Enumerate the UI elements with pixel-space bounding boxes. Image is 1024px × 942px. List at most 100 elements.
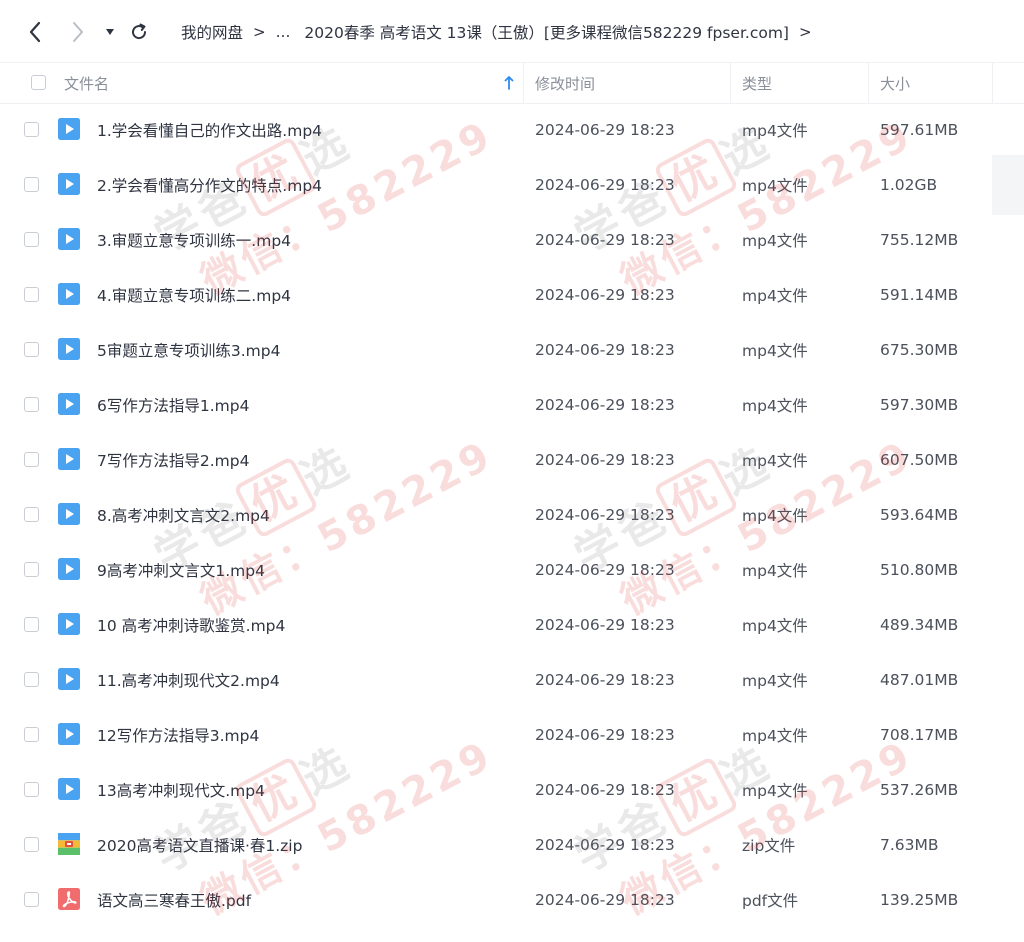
row-checkbox[interactable] <box>24 177 39 192</box>
file-name[interactable]: 13高考冲刺现代文.mp4 <box>97 762 265 817</box>
column-header-size[interactable]: 大小 <box>880 63 910 103</box>
column-header-type[interactable]: 类型 <box>742 63 772 103</box>
row-checkbox[interactable] <box>24 727 39 742</box>
file-modified: 2024-06-29 18:23 <box>535 560 675 579</box>
video-icon <box>58 448 80 470</box>
file-name[interactable]: 6写作方法指导1.mp4 <box>97 377 249 432</box>
caret-down-icon <box>106 29 114 35</box>
file-name[interactable]: 语文高三寒春王傲.pdf <box>97 872 251 927</box>
chevron-right-icon <box>73 22 83 42</box>
column-divider[interactable] <box>523 63 524 103</box>
file-row[interactable]: 3.审题立意专项训练一.mp4 2024-06-29 18:23 mp4文件 7… <box>0 212 1024 267</box>
file-modified: 2024-06-29 18:23 <box>535 285 675 304</box>
row-checkbox[interactable] <box>24 122 39 137</box>
row-checkbox[interactable] <box>24 672 39 687</box>
chevron-left-icon <box>29 21 41 43</box>
select-all-checkbox[interactable] <box>31 75 46 90</box>
file-modified: 2024-06-29 18:23 <box>535 340 675 359</box>
column-header-modified[interactable]: 修改时间 <box>535 63 595 103</box>
file-type: pdf文件 <box>742 891 799 910</box>
file-name[interactable]: 4.审题立意专项训练二.mp4 <box>97 267 291 322</box>
file-name[interactable]: 8.高考冲刺文言文2.mp4 <box>97 487 270 542</box>
breadcrumb-more-icon[interactable]: > <box>799 23 812 41</box>
video-icon <box>58 668 80 690</box>
file-size: 510.80MB <box>880 560 959 579</box>
row-checkbox[interactable] <box>24 287 39 302</box>
file-modified: 2024-06-29 18:23 <box>535 450 675 469</box>
file-row[interactable]: 5审题立意专项训练3.mp4 2024-06-29 18:23 mp4文件 67… <box>0 322 1024 377</box>
file-size: 597.61MB <box>880 120 959 139</box>
file-row[interactable]: 语文高三寒春王傲.pdf 2024-06-29 18:23 pdf文件 139.… <box>0 872 1024 927</box>
breadcrumb: 我的网盘 > ... 2020春季 高考语文 13课（王傲）[更多课程微信582… <box>181 19 822 45</box>
file-modified: 2024-06-29 18:23 <box>535 175 675 194</box>
file-name[interactable]: 11.高考冲刺现代文2.mp4 <box>97 652 280 707</box>
file-modified: 2024-06-29 18:23 <box>535 395 675 414</box>
file-name[interactable]: 1.学会看懂自己的作文出路.mp4 <box>97 102 322 157</box>
row-checkbox[interactable] <box>24 892 39 907</box>
breadcrumb-ellipsis[interactable]: ... <box>276 23 291 41</box>
file-name[interactable]: 10 高考冲刺诗歌鉴赏.mp4 <box>97 597 285 652</box>
column-divider[interactable] <box>868 63 869 103</box>
breadcrumb-root[interactable]: 我的网盘 <box>181 21 243 43</box>
row-checkbox[interactable] <box>24 782 39 797</box>
row-checkbox[interactable] <box>24 837 39 852</box>
row-checkbox[interactable] <box>24 562 39 577</box>
forward-button[interactable] <box>64 17 92 47</box>
file-modified: 2024-06-29 18:23 <box>535 670 675 689</box>
file-row[interactable]: 10 高考冲刺诗歌鉴赏.mp4 2024-06-29 18:23 mp4文件 4… <box>0 597 1024 652</box>
video-icon <box>58 723 80 745</box>
column-modified-label: 修改时间 <box>535 74 596 93</box>
file-size: 139.25MB <box>880 890 959 909</box>
video-icon <box>58 393 80 415</box>
file-size: 1.02GB <box>880 175 938 194</box>
file-type: mp4文件 <box>742 121 808 140</box>
file-row[interactable]: 13高考冲刺现代文.mp4 2024-06-29 18:23 mp4文件 537… <box>0 762 1024 817</box>
file-size: 607.50MB <box>880 450 959 469</box>
video-icon <box>58 613 80 635</box>
column-divider[interactable] <box>992 63 993 103</box>
file-row[interactable]: 12写作方法指导3.mp4 2024-06-29 18:23 mp4文件 708… <box>0 707 1024 762</box>
history-dropdown-button[interactable] <box>96 17 124 47</box>
file-row[interactable]: 6写作方法指导1.mp4 2024-06-29 18:23 mp4文件 597.… <box>0 377 1024 432</box>
file-row[interactable]: 2020高考语文直播课·春1.zip 2024-06-29 18:23 zip文… <box>0 817 1024 872</box>
video-icon <box>58 558 80 580</box>
file-name[interactable]: 12写作方法指导3.mp4 <box>97 707 259 762</box>
column-divider[interactable] <box>730 63 731 103</box>
row-checkbox[interactable] <box>24 452 39 467</box>
video-icon <box>58 173 80 195</box>
file-name[interactable]: 9高考冲刺文言文1.mp4 <box>97 542 265 597</box>
row-checkbox[interactable] <box>24 617 39 632</box>
row-checkbox[interactable] <box>24 397 39 412</box>
file-name[interactable]: 5审题立意专项训练3.mp4 <box>97 322 280 377</box>
file-row[interactable]: 1.学会看懂自己的作文出路.mp4 2024-06-29 18:23 mp4文件… <box>0 102 1024 157</box>
refresh-icon <box>132 23 147 40</box>
file-modified: 2024-06-29 18:23 <box>535 230 675 249</box>
row-checkbox[interactable] <box>24 507 39 522</box>
file-row[interactable]: 7写作方法指导2.mp4 2024-06-29 18:23 mp4文件 607.… <box>0 432 1024 487</box>
file-size: 597.30MB <box>880 395 959 414</box>
back-button[interactable] <box>21 17 49 47</box>
column-header-name[interactable]: 文件名 <box>64 63 520 103</box>
file-row[interactable]: 2.学会看懂高分作文的特点.mp4 2024-06-29 18:23 mp4文件… <box>0 157 1024 212</box>
file-name[interactable]: 2.学会看懂高分作文的特点.mp4 <box>97 157 322 212</box>
file-name[interactable]: 3.审题立意专项训练一.mp4 <box>97 212 291 267</box>
file-modified: 2024-06-29 18:23 <box>535 615 675 634</box>
row-checkbox[interactable] <box>24 232 39 247</box>
breadcrumb-current[interactable]: 2020春季 高考语文 13课（王傲）[更多课程微信582229 fpser.c… <box>304 21 789 43</box>
file-size: 489.34MB <box>880 615 959 634</box>
file-name[interactable]: 7写作方法指导2.mp4 <box>97 432 249 487</box>
file-row[interactable]: 8.高考冲刺文言文2.mp4 2024-06-29 18:23 mp4文件 59… <box>0 487 1024 542</box>
video-icon <box>58 118 80 140</box>
file-row[interactable]: 11.高考冲刺现代文2.mp4 2024-06-29 18:23 mp4文件 4… <box>0 652 1024 707</box>
file-row[interactable]: 9高考冲刺文言文1.mp4 2024-06-29 18:23 mp4文件 510… <box>0 542 1024 597</box>
file-size: 675.30MB <box>880 340 959 359</box>
refresh-button[interactable] <box>125 17 153 47</box>
row-checkbox[interactable] <box>24 342 39 357</box>
file-type: mp4文件 <box>742 396 808 415</box>
toolbar: 我的网盘 > ... 2020春季 高考语文 13课（王傲）[更多课程微信582… <box>0 0 1024 62</box>
file-row[interactable]: 4.审题立意专项训练二.mp4 2024-06-29 18:23 mp4文件 5… <box>0 267 1024 322</box>
file-name[interactable]: 2020高考语文直播课·春1.zip <box>97 817 302 872</box>
file-size: 755.12MB <box>880 230 959 249</box>
file-type: mp4文件 <box>742 176 808 195</box>
breadcrumb-separator-icon: > <box>253 23 266 41</box>
